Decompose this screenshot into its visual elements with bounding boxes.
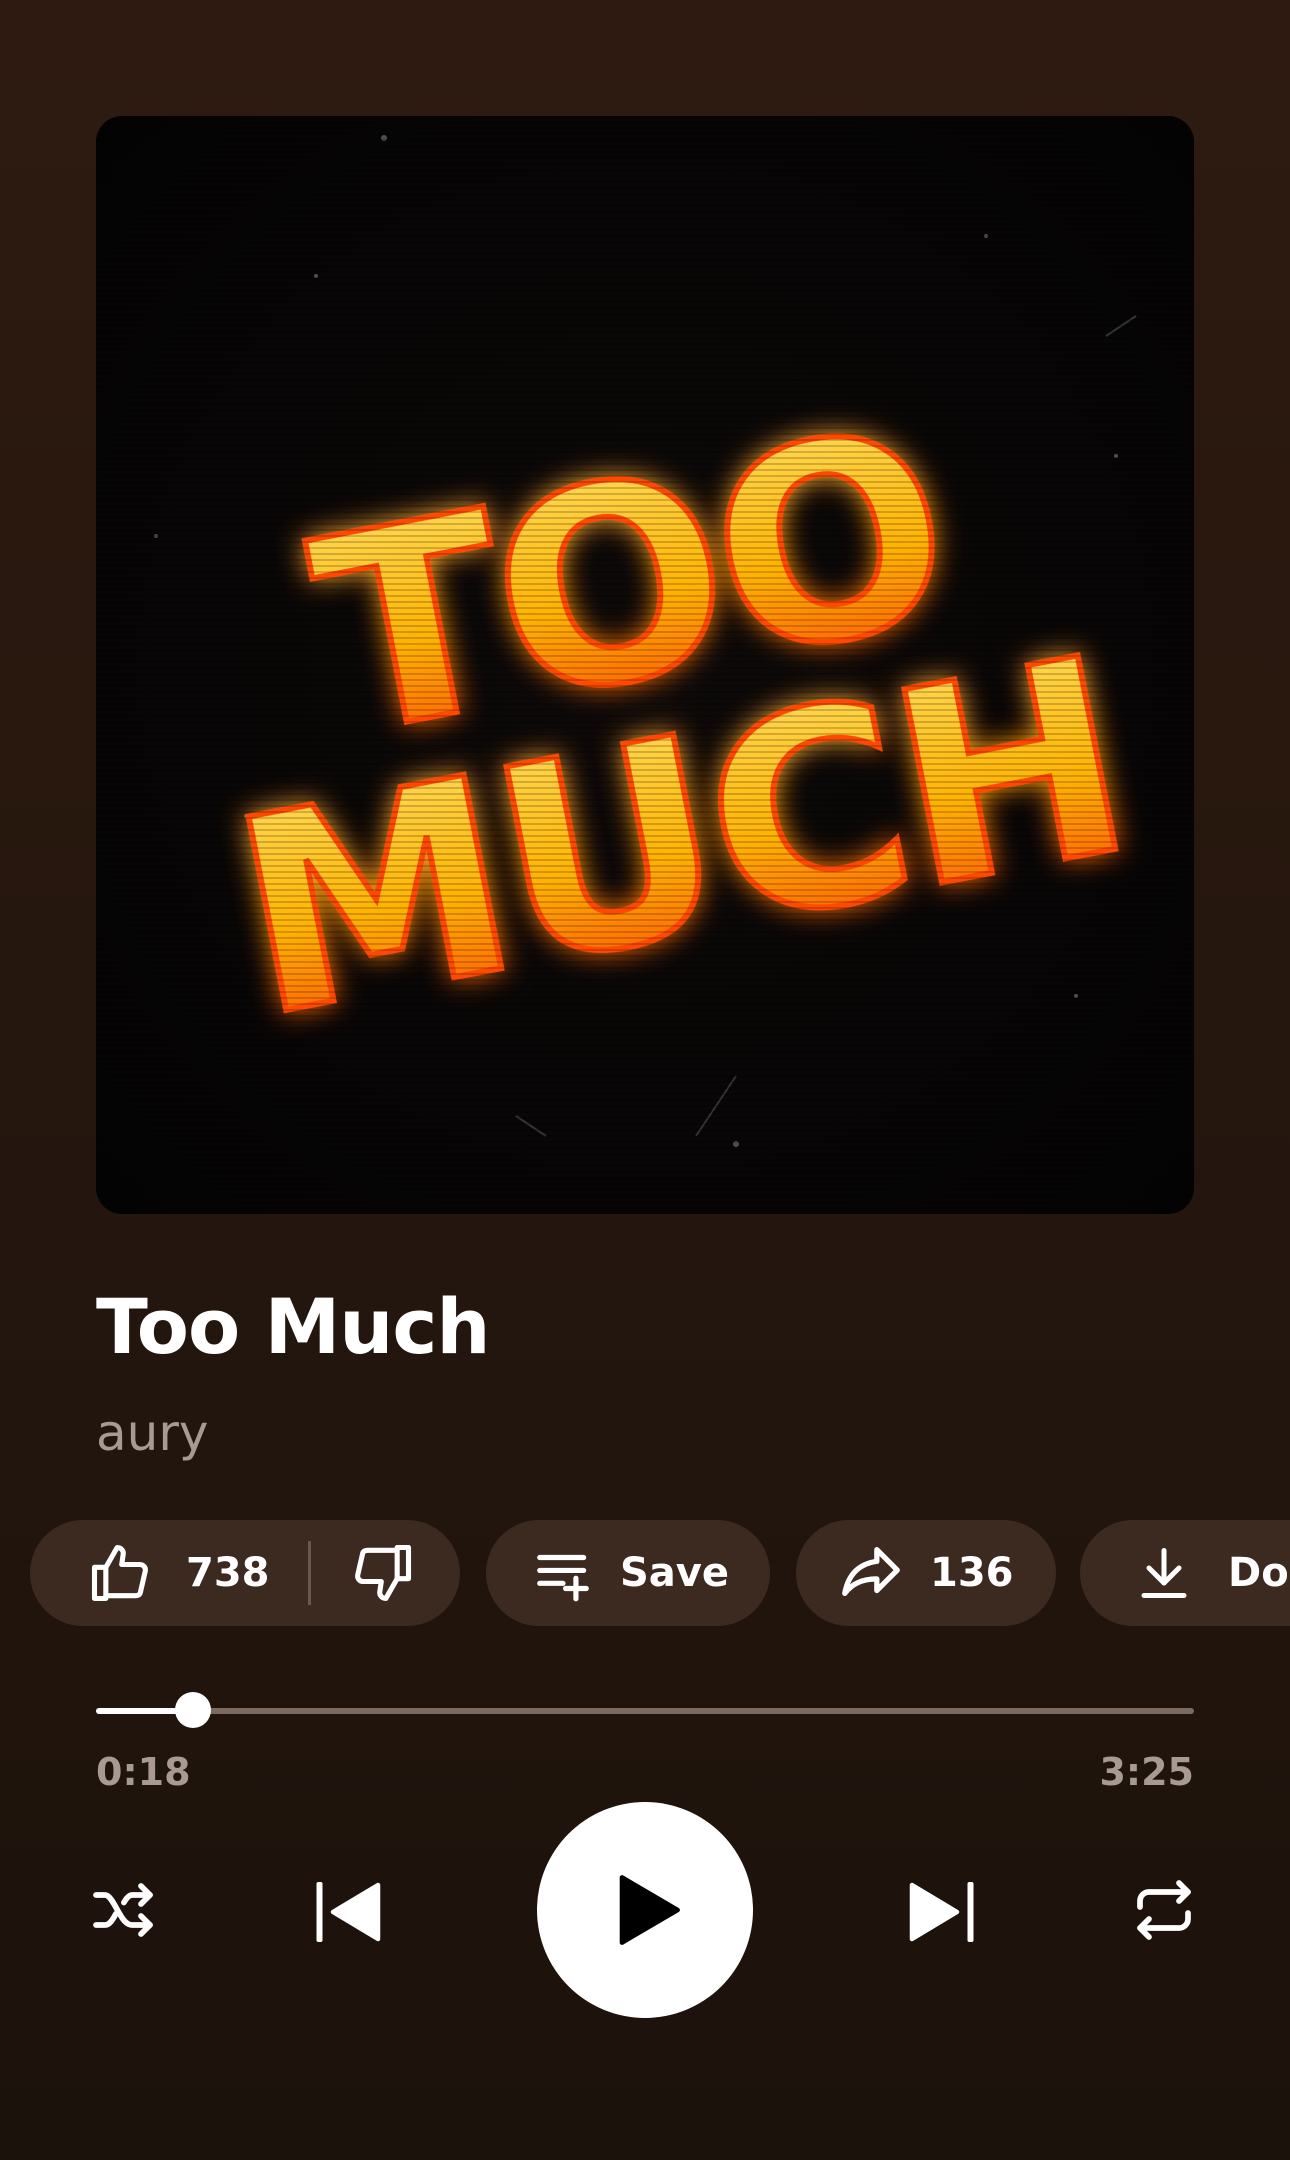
thumbs-up-icon[interactable] — [86, 1539, 154, 1607]
like-count[interactable]: 738 — [186, 1550, 270, 1596]
track-title: Too Much — [96, 1282, 491, 1371]
download-icon — [1141, 1548, 1187, 1598]
seek-thumb[interactable] — [174, 1692, 211, 1728]
play-icon — [619, 1875, 680, 1945]
play-button[interactable] — [537, 1802, 753, 2018]
download-button[interactable]: Download — [1080, 1520, 1290, 1626]
next-button[interactable] — [894, 1864, 990, 1960]
previous-icon — [316, 1882, 381, 1942]
album-art: TOO MUCH — [96, 116, 1194, 1214]
playlist-add-icon — [537, 1554, 589, 1602]
shuffle-icon — [93, 1883, 153, 1937]
seek-track[interactable] — [96, 1708, 1194, 1714]
repeat-icon — [1137, 1880, 1191, 1940]
like-dislike-pill: 738 — [30, 1520, 460, 1626]
current-time: 0:18 — [96, 1750, 191, 1794]
artist-name[interactable]: aury — [96, 1404, 208, 1462]
save-button[interactable]: Save — [486, 1520, 770, 1626]
action-bar: 738 Save 136 Download — [0, 1520, 1290, 1626]
save-label: Save — [620, 1550, 730, 1596]
share-count: 136 — [930, 1550, 1014, 1596]
pill-divider — [307, 1541, 311, 1605]
previous-button[interactable] — [300, 1864, 396, 1960]
seek-bar[interactable] — [96, 1692, 1194, 1728]
share-button[interactable]: 136 — [796, 1520, 1056, 1626]
repeat-button[interactable] — [1124, 1872, 1204, 1948]
download-label: Download — [1228, 1550, 1290, 1596]
total-time: 3:25 — [1099, 1750, 1194, 1794]
shuffle-button[interactable] — [86, 1872, 166, 1948]
share-icon — [842, 1547, 900, 1597]
thumbs-down-icon[interactable] — [349, 1539, 417, 1607]
next-icon — [909, 1882, 974, 1942]
